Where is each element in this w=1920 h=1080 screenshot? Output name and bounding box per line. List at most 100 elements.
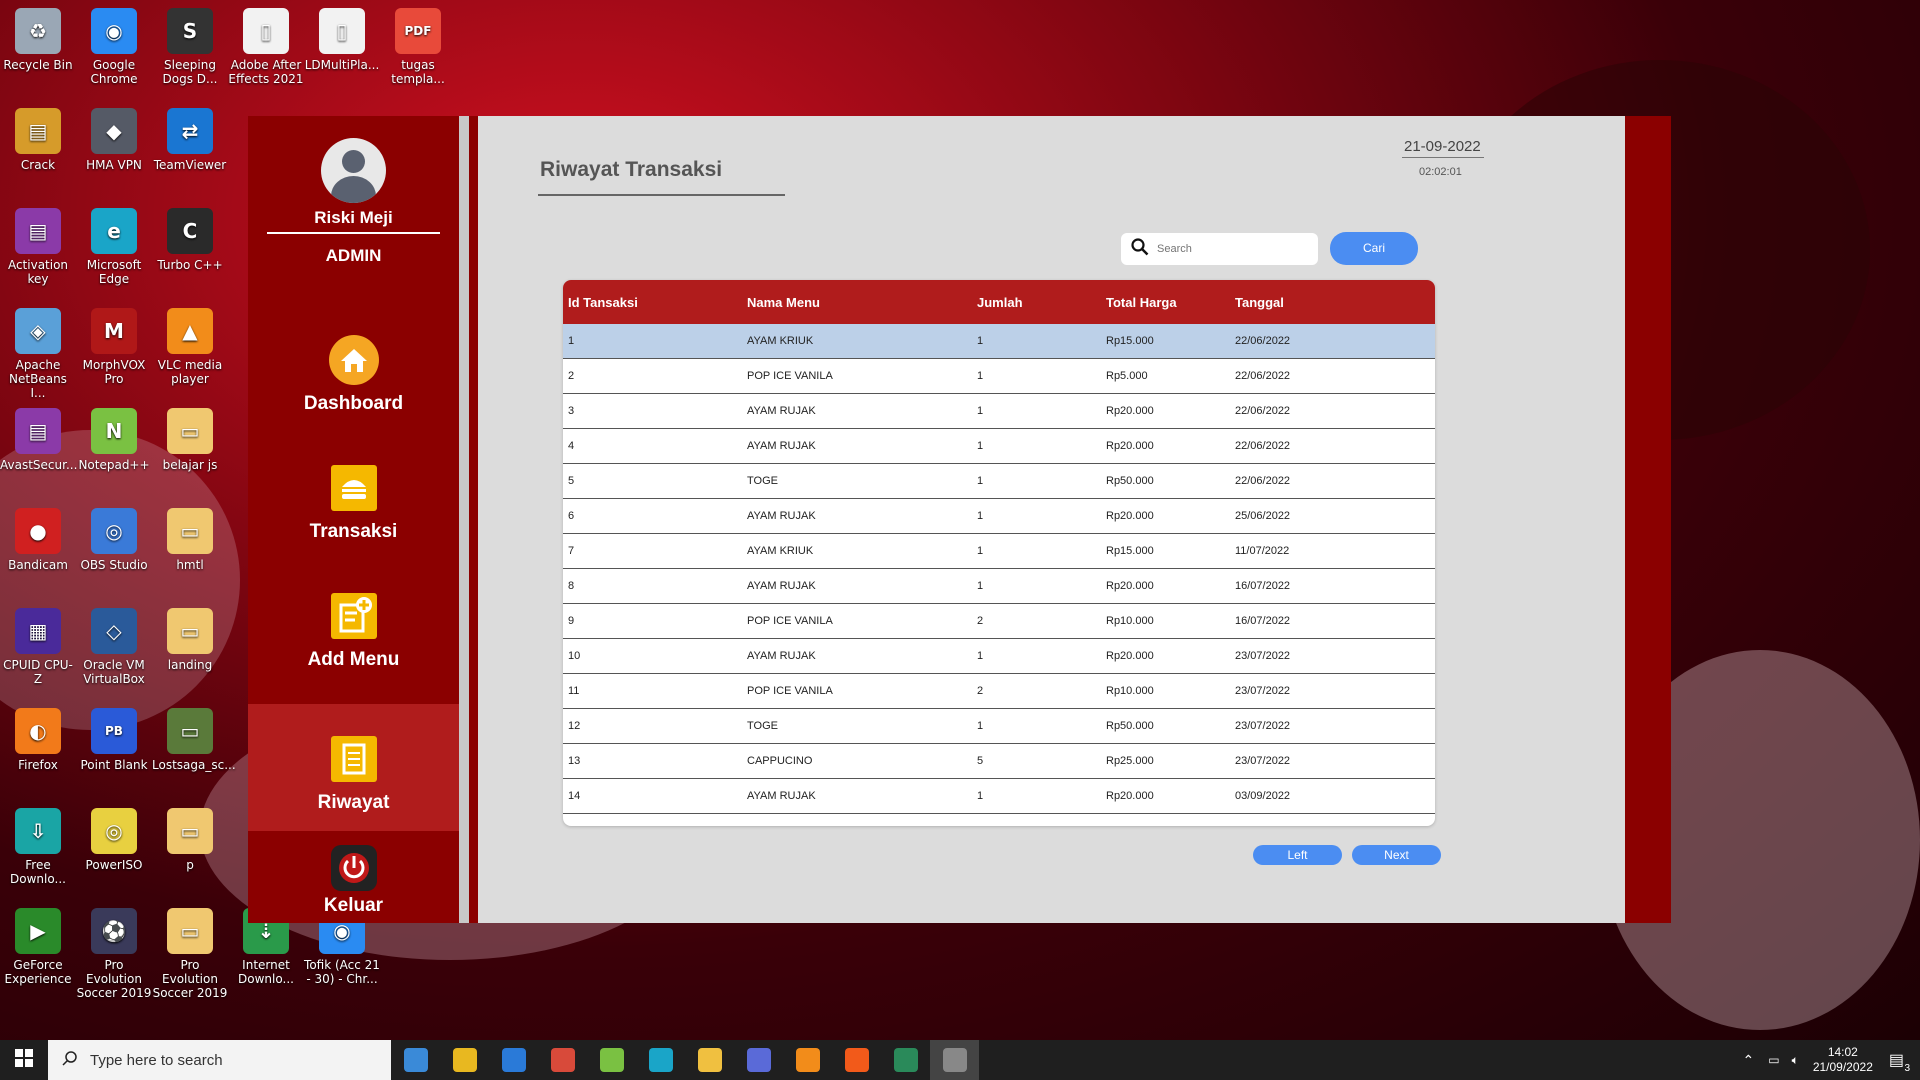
table-row[interactable]: 3 AYAM RUJAK 1 Rp20.000 22/06/2022 <box>563 394 1435 429</box>
desktop-icon[interactable]: ⚽ Pro Evolution Soccer 2019 <box>76 908 152 1000</box>
app-icon: ▭ <box>167 408 213 454</box>
search-button[interactable]: Cari <box>1330 232 1418 265</box>
desktop-icon[interactable]: ◆ HMA VPN <box>76 108 152 172</box>
desktop-icon[interactable]: e Microsoft Edge <box>76 208 152 286</box>
taskbar-app-mail[interactable] <box>391 1040 440 1080</box>
taskbar-app-git[interactable] <box>881 1040 930 1080</box>
desktop-icon-label: Lostsaga_sc... <box>152 758 236 772</box>
taskbar-app-vscode[interactable] <box>489 1040 538 1080</box>
nav-dashboard[interactable]: Dashboard <box>248 335 459 462</box>
taskbar-app-edge[interactable] <box>636 1040 685 1080</box>
nav-transaksi[interactable]: Transaksi <box>248 463 459 590</box>
desktop-icon[interactable]: ♻ Recycle Bin <box>0 8 76 72</box>
search-icon <box>1131 237 1149 261</box>
clock[interactable]: 14:02 21/09/2022 <box>1813 1045 1873 1075</box>
search-input[interactable] <box>1157 243 1307 255</box>
table-row[interactable]: 11 POP ICE VANILA 2 Rp10.000 23/07/2022 <box>563 674 1435 709</box>
taskbar-app-chrome[interactable] <box>440 1040 489 1080</box>
next-page-button[interactable]: Next <box>1352 845 1441 865</box>
table-cell: Rp50.000 <box>1106 720 1154 732</box>
desktop-icon[interactable]: ◎ OBS Studio <box>76 508 152 572</box>
desktop-icon[interactable]: ⇄ TeamViewer <box>152 108 228 172</box>
table-row[interactable]: 5 TOGE 1 Rp50.000 22/06/2022 <box>563 464 1435 499</box>
table-cell: 03/09/2022 <box>1235 790 1291 802</box>
desktop-icon[interactable]: ▤ Crack <box>0 108 76 172</box>
desktop-icon-label: Turbo C++ <box>157 258 223 272</box>
desktop-icon[interactable]: ◐ Firefox <box>0 708 76 772</box>
table-row[interactable]: 6 AYAM RUJAK 1 Rp20.000 25/06/2022 <box>563 499 1435 534</box>
start-button[interactable] <box>0 1040 48 1080</box>
desktop-icon[interactable]: ▭ belajar js <box>152 408 228 472</box>
table-row[interactable]: 7 AYAM KRIUK 1 Rp15.000 11/07/2022 <box>563 534 1435 569</box>
taskbar-app-explorer[interactable] <box>685 1040 734 1080</box>
desktop-icon-label: Point Blank <box>80 758 148 772</box>
desktop-icon[interactable]: PB Point Blank <box>76 708 152 772</box>
column-header[interactable]: Nama Menu <box>747 295 977 310</box>
desktop-icon[interactable]: ▭ p <box>152 808 228 872</box>
nav-label: Dashboard <box>303 393 404 414</box>
desktop-icon[interactable]: ◈ Apache NetBeans I... <box>0 308 76 400</box>
desktop-icon[interactable]: ▲ VLC media player <box>152 308 228 386</box>
desktop-icon[interactable]: ◇ Oracle VM VirtualBox <box>76 608 152 686</box>
desktop-icon[interactable]: ▭ Lostsaga_sc... <box>152 708 236 772</box>
column-header[interactable]: Tanggal <box>1235 295 1435 310</box>
table-row[interactable]: 10 AYAM RUJAK 1 Rp20.000 23/07/2022 <box>563 639 1435 674</box>
nav-add-menu[interactable]: Add Menu <box>248 591 459 718</box>
app-icon: ▤ <box>15 108 61 154</box>
desktop-icon[interactable]: ● Bandicam <box>0 508 76 572</box>
nav-riwayat[interactable]: Riwayat <box>248 704 459 831</box>
table-row[interactable]: 2 POP ICE VANILA 1 Rp5.000 22/06/2022 <box>563 359 1435 394</box>
notification-icon[interactable]: ▤ 3 <box>1889 1050 1910 1074</box>
table-cell: Rp10.000 <box>1106 615 1154 627</box>
desktop-icon[interactable]: ◎ PowerISO <box>76 808 152 872</box>
table-row[interactable]: 14 AYAM RUJAK 1 Rp20.000 03/09/2022 <box>563 779 1435 814</box>
taskbar-app-infinity[interactable] <box>734 1040 783 1080</box>
taskbar-app-sublime[interactable] <box>783 1040 832 1080</box>
taskbar-app-sheets[interactable] <box>587 1040 636 1080</box>
clock-date: 21/09/2022 <box>1812 1060 1873 1074</box>
firefox-icon <box>844 1048 869 1072</box>
desktop-icon[interactable]: ▭ Pro Evolution Soccer 2019 <box>152 908 228 1000</box>
table-row[interactable]: 8 AYAM RUJAK 1 Rp20.000 16/07/2022 <box>563 569 1435 604</box>
volume-icon[interactable]: 🔈︎ <box>1792 1053 1799 1068</box>
chevron-up-icon[interactable]: ⌃ <box>1743 1052 1755 1069</box>
desktop-icon[interactable]: PDF tugas templa... <box>380 8 456 86</box>
column-header[interactable]: Id Tansaksi <box>563 295 747 310</box>
desktop-icon[interactable]: N Notepad++ <box>76 408 152 472</box>
taskbar-app-firefox[interactable] <box>832 1040 881 1080</box>
desktop-icon[interactable]: ⇩ Free Downlo... <box>0 808 76 886</box>
desktop-icon[interactable]: ▶ GeForce Experience <box>0 908 76 986</box>
desktop-icon[interactable]: ▯ Adobe After Effects 2021 <box>228 8 304 86</box>
table-row[interactable]: 9 POP ICE VANILA 2 Rp10.000 16/07/2022 <box>563 604 1435 639</box>
nav-keluar[interactable]: Keluar <box>248 843 459 923</box>
table-cell: 22/06/2022 <box>1235 405 1291 417</box>
table-row[interactable]: 12 TOGE 1 Rp50.000 23/07/2022 <box>563 709 1435 744</box>
desktop-icon[interactable]: ▯ LDMultiPla... <box>304 8 380 72</box>
desktop-icon-label: tugas templa... <box>391 58 445 86</box>
desktop-icon[interactable]: ▤ Activation key <box>0 208 76 286</box>
table-row[interactable]: 4 AYAM RUJAK 1 Rp20.000 22/06/2022 <box>563 429 1435 464</box>
table-row[interactable]: 1 AYAM KRIUK 1 Rp15.000 22/06/2022 <box>563 324 1435 359</box>
desktop-icon[interactable]: ▭ hmtl <box>152 508 228 572</box>
column-header[interactable]: Total Harga <box>1106 295 1235 310</box>
prev-page-button[interactable]: Left <box>1253 845 1342 865</box>
desktop-icon[interactable]: ▤ AvastSecur... <box>0 408 77 472</box>
taskbar-app-app-running[interactable] <box>930 1040 979 1080</box>
app-icon: ⚽ <box>91 908 137 954</box>
app-icon: ◇ <box>91 608 137 654</box>
desktop-icon[interactable]: ▦ CPUID CPU-Z <box>0 608 76 686</box>
table-row[interactable]: 13 CAPPUCINO 5 Rp25.000 23/07/2022 <box>563 744 1435 779</box>
desktop-icon[interactable]: ◉ Google Chrome <box>76 8 152 86</box>
desktop-icon[interactable]: ▭ landing <box>152 608 228 672</box>
table-cell: Rp15.000 <box>1106 545 1154 557</box>
network-icon[interactable]: ▭ <box>1768 1053 1779 1067</box>
taskbar-app-chrome-profile[interactable] <box>538 1040 587 1080</box>
desktop-icon[interactable]: M MorphVOX Pro <box>76 308 152 386</box>
app-icon: ▤ <box>15 408 61 454</box>
table-cell: Rp10.000 <box>1106 685 1154 697</box>
desktop-icon[interactable]: S Sleeping Dogs D... <box>152 8 228 86</box>
desktop-icon[interactable]: C Turbo C++ <box>152 208 228 272</box>
taskbar-search[interactable]: Type here to search <box>48 1040 391 1080</box>
add-note-icon <box>329 591 379 641</box>
column-header[interactable]: Jumlah <box>977 295 1106 310</box>
